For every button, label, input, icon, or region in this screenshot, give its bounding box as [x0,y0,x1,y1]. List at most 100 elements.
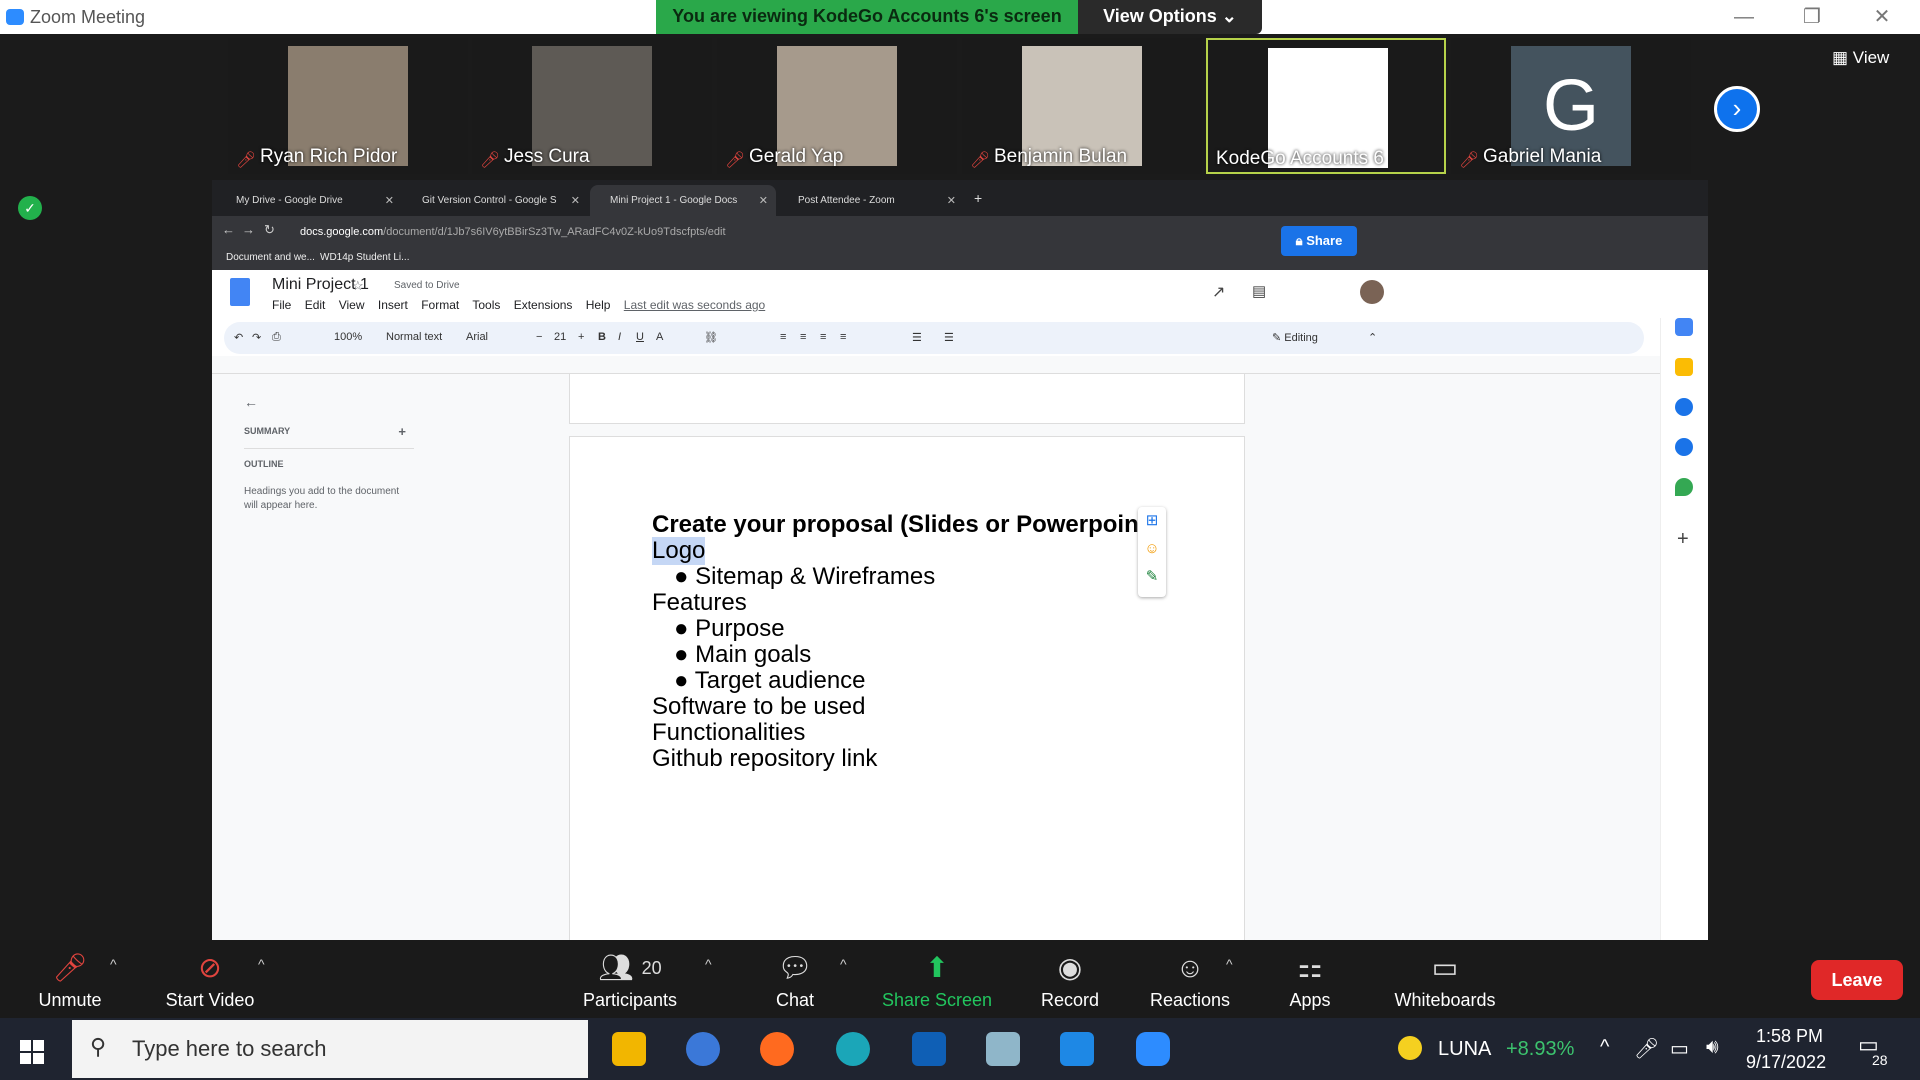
contacts-icon[interactable] [1675,438,1693,456]
font-size-increase[interactable]: + [578,331,584,343]
new-tab-icon[interactable]: + [974,190,982,206]
restore-button[interactable]: ❐ [1794,2,1830,32]
collapse-menus-icon[interactable]: ⌃ [1368,331,1377,344]
menu-help[interactable]: Help [586,298,611,312]
url-field[interactable]: docs.google.com/document/d/1Jb7s6IV6ytBB… [300,222,1450,242]
vpn-globe-icon[interactable] [686,1032,720,1066]
back-icon[interactable]: ← [222,222,235,237]
print-icon[interactable]: ⎙ [272,331,281,344]
back-arrow-icon[interactable]: ← [244,394,464,410]
view-options-button[interactable]: View Options ⌄ [1078,0,1262,34]
chat-caret[interactable]: ^ [840,956,847,972]
participant-tile[interactable]: KodeGo Accounts 6 [1206,38,1446,174]
whiteboards-button[interactable]: ▭ Whiteboards [1380,940,1510,1018]
file-explorer-icon[interactable] [612,1032,646,1066]
participant-tile[interactable]: 🎤︎ Ryan Rich Pidor [228,38,468,174]
menu-format[interactable]: Format [421,298,459,312]
zoom-select[interactable]: 100% [334,331,362,343]
zoom-taskbar-icon[interactable] [1136,1032,1170,1066]
doc-heading[interactable]: Create your proposal (Slides or Powerpoi… [652,511,1155,539]
page-current[interactable]: Create your proposal (Slides or Powerpoi… [569,436,1245,940]
underline-icon[interactable]: U [636,331,644,343]
keep-icon[interactable] [1675,358,1693,376]
doc-bullet[interactable]: ● Main goals [674,641,811,669]
volume-icon[interactable]: 🔊︎ [1706,1036,1719,1059]
tray-chevron-icon[interactable]: ^ [1600,1036,1609,1059]
close-tab-icon[interactable]: ✕ [571,194,580,207]
start-video-button[interactable]: ⊘ Start Video [140,940,280,1018]
numbered-list-icon[interactable]: ☰ [944,331,954,344]
font-size-input[interactable]: 21 [554,331,566,343]
font-size-decrease[interactable]: − [536,331,542,343]
doc-line-software[interactable]: Software to be used [652,693,865,721]
video-options-caret[interactable]: ^ [258,956,265,972]
font-select[interactable]: Arial [466,331,488,343]
add-comment-icon[interactable]: ⊞ [1138,507,1166,535]
align-left-icon[interactable]: ≡ [780,331,786,343]
link-icon[interactable]: ⛓ [704,331,718,344]
editing-mode-select[interactable]: ✎ Editing [1272,331,1318,344]
edge-icon[interactable] [836,1032,870,1066]
style-select[interactable]: Normal text [386,331,442,343]
participants-button[interactable]: 👥︎ 20 Participants [570,940,690,1018]
menu-view[interactable]: View [339,298,365,312]
suggest-edits-icon[interactable]: ✎ [1138,563,1166,591]
reactions-caret[interactable]: ^ [1226,956,1233,972]
menu-file[interactable]: File [272,298,291,312]
unmute-button[interactable]: 🎤︎ Unmute [20,940,120,1018]
bullet-list-icon[interactable]: ☰ [912,331,922,344]
close-tab-icon[interactable]: ✕ [947,194,956,207]
star-icon[interactable]: ☆ [352,278,364,294]
bold-icon[interactable]: B [598,331,606,343]
close-button[interactable]: ✕ [1864,2,1900,32]
align-right-icon[interactable]: ≡ [820,331,826,343]
italic-icon[interactable]: I [618,331,621,343]
battery-icon[interactable]: ▭ [1670,1036,1689,1061]
browser-tab-active[interactable]: Mini Project 1 - Google Docs ✕ [590,185,776,216]
apps-button[interactable]: ⚏ Apps [1270,940,1350,1018]
share-button[interactable]: 🔒︎ Share [1281,226,1357,256]
close-tab-icon[interactable]: ✕ [385,194,394,207]
firefox-icon[interactable] [760,1032,794,1066]
clock-date[interactable]: 9/17/2022 [1746,1052,1826,1073]
comments-icon[interactable]: ▤ [1252,282,1266,300]
justify-icon[interactable]: ≡ [840,331,846,343]
menu-insert[interactable]: Insert [378,298,408,312]
calendar-icon[interactable] [1675,318,1693,336]
text-color-icon[interactable]: A [656,331,663,343]
participant-tile[interactable]: 🎤︎ Gerald Yap [717,38,957,174]
audio-options-caret[interactable]: ^ [110,956,117,972]
participant-tile[interactable]: G 🎤︎ Gabriel Mania [1451,38,1691,174]
doc-bullet[interactable]: ● Sitemap & Wireframes [674,563,935,591]
bookmark-item[interactable]: Document and we... [226,252,315,263]
undo-icon[interactable]: ↶ [234,331,243,344]
tasks-icon[interactable] [1675,398,1693,416]
notepad-icon[interactable] [986,1032,1020,1066]
add-addon-icon[interactable]: + [1677,528,1689,551]
doc-line-features[interactable]: Features [652,589,747,617]
doc-line-functionalities[interactable]: Functionalities [652,719,805,747]
redo-icon[interactable]: ↷ [252,331,261,344]
emoji-reaction-icon[interactable]: ☺ [1138,535,1166,563]
doc-bullet[interactable]: ● Target audience [674,667,866,695]
share-screen-button[interactable]: ⬆ Share Screen [870,940,1004,1018]
participant-tile[interactable]: 🎤︎ Benjamin Bulan [962,38,1202,174]
microphone-icon[interactable]: 🎤︎ [1634,1036,1659,1061]
next-page-button[interactable]: › [1714,86,1760,132]
record-button[interactable]: ◉ Record [1020,940,1120,1018]
clock-time[interactable]: 1:58 PM [1756,1026,1823,1047]
participant-tile[interactable]: 🎤︎ Jess Cura [472,38,712,174]
browser-tab[interactable]: Git Version Control - Google S ✕ [402,185,588,216]
doc-bullet[interactable]: ● Purpose [674,615,785,643]
last-edit-link[interactable]: Last edit was seconds ago [624,298,765,312]
participants-caret[interactable]: ^ [705,956,712,972]
reactions-button[interactable]: ☺ Reactions [1140,940,1240,1018]
browser-tab[interactable]: Post Attendee - Zoom ✕ [778,185,964,216]
windows-start-icon[interactable] [20,1040,44,1064]
add-summary-icon[interactable]: + [398,424,406,439]
menu-edit[interactable]: Edit [305,298,326,312]
activity-icon[interactable]: ↗ [1212,282,1225,302]
outlook-icon[interactable] [912,1032,946,1066]
doc-line-github[interactable]: Github repository link [652,745,877,773]
reload-icon[interactable]: ↻ [264,222,275,238]
